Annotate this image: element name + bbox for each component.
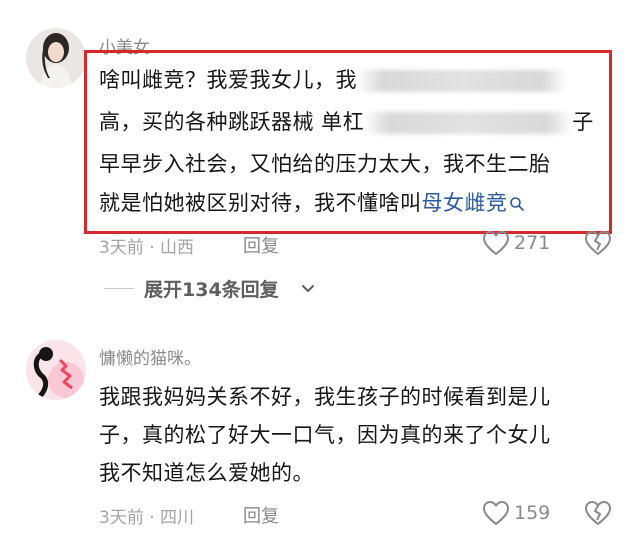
comment-text-line: 我不知道怎么爱她的。 (99, 461, 314, 485)
comment-2: 慵懒的猫咪。 我跟我妈妈关系不好，我生孩子的时候看到是儿 子，真的松了好大一口气… (0, 0, 640, 542)
comment-meta: 3天前 · 四川 (99, 508, 195, 528)
username[interactable]: 慵懒的猫咪。 (99, 344, 201, 369)
heart-icon[interactable] (482, 500, 510, 526)
avatar[interactable] (26, 340, 86, 400)
reply-button[interactable]: 回复 (243, 502, 279, 528)
comment-text-line: 我跟我妈妈关系不好，我生孩子的时候看到是儿 (99, 385, 551, 409)
broken-heart-icon[interactable] (584, 500, 612, 526)
like-count: 159 (514, 502, 551, 524)
comment-text-line: 子，真的松了好大一口气，因为真的来了个女儿 (99, 423, 551, 447)
